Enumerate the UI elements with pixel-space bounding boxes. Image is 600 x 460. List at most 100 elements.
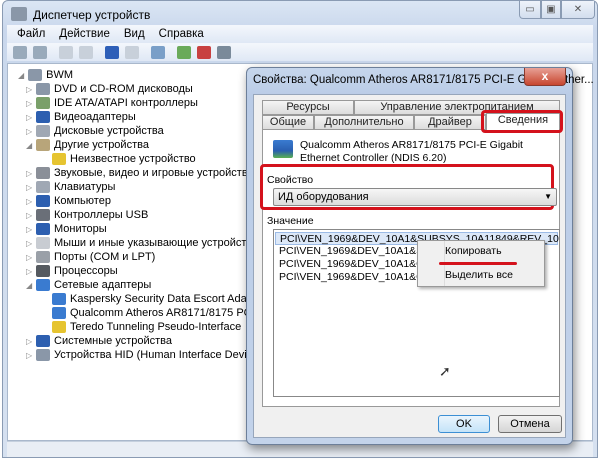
expand-arrow-icon[interactable]: ▷	[26, 183, 32, 192]
tree-root-label: BWM	[46, 69, 74, 81]
expand-arrow-icon[interactable]: ▷	[26, 197, 32, 206]
monitor-icon	[36, 223, 50, 235]
expand-arrow-icon[interactable]: ▷	[26, 169, 32, 178]
expand-arrow-icon[interactable]: ▷	[26, 127, 32, 136]
expand-arrow-icon[interactable]: ▷	[26, 225, 32, 234]
expand-arrow-icon[interactable]: ▷	[26, 239, 32, 248]
network-adapter-icon	[36, 279, 50, 291]
dropdown-arrow-icon: ▼	[544, 192, 552, 201]
disable-icon[interactable]	[217, 45, 231, 59]
warning-device-icon	[52, 321, 66, 333]
tree-item[interactable]: Teredo Tunneling Pseudo-Interface	[52, 320, 241, 334]
tree-item-label: Звуковые, видео и игровые устройства	[54, 167, 254, 179]
tree-item-label: Системные устройства	[54, 335, 173, 347]
computer-icon	[28, 69, 43, 81]
help-icon[interactable]	[105, 45, 119, 59]
tree-item-label: Компьютер	[54, 195, 111, 207]
close-button[interactable]: ✕	[561, 1, 595, 19]
collapse-arrow-icon[interactable]: ◢	[26, 281, 32, 290]
tree-item[interactable]: ▷ IDE ATA/ATAPI контроллеры	[26, 96, 198, 110]
tree-item-label: Порты (COM и LPT)	[54, 251, 156, 263]
copy-underline	[439, 262, 517, 265]
menu-file[interactable]: Файл	[17, 28, 45, 40]
tree-item[interactable]: ◢ Другие устройства	[26, 138, 149, 152]
tree-item[interactable]: Kaspersky Security Data Escort Adapter	[52, 292, 266, 306]
tree-item[interactable]: ▷ Видеоадаптеры	[26, 110, 136, 124]
property-label: Свойство	[267, 174, 314, 186]
tree-item[interactable]: ▷ Звуковые, видео и игровые устройства	[26, 166, 254, 180]
update-driver-icon[interactable]	[177, 45, 191, 59]
tree-root[interactable]: ◢ BWM	[18, 68, 73, 82]
tree-item-label: Kaspersky Security Data Escort Adapter	[70, 293, 266, 305]
scan-hardware-icon[interactable]	[151, 45, 165, 59]
tree-item[interactable]: ▷ Компьютер	[26, 194, 111, 208]
collapse-arrow-icon[interactable]: ◢	[26, 141, 32, 150]
menu-item-copy[interactable]: Копировать	[445, 245, 502, 257]
cancel-button[interactable]: Отмена	[498, 415, 562, 433]
hid-icon	[36, 349, 50, 361]
processor-icon	[36, 265, 50, 277]
expand-arrow-icon[interactable]: ▷	[26, 99, 32, 108]
tree-item[interactable]: ◢ Сетевые адаптеры	[26, 278, 152, 292]
tree-item[interactable]: ▷ Процессоры	[26, 264, 118, 278]
tab-highlight	[481, 110, 563, 133]
tab-general[interactable]: Общие	[262, 115, 314, 130]
mouse-icon	[36, 237, 50, 249]
value-label: Значение	[267, 215, 314, 227]
speaker-icon	[36, 167, 50, 179]
dvd-icon	[36, 83, 50, 95]
expand-arrow-icon[interactable]: ▷	[26, 337, 32, 346]
back-icon[interactable]	[13, 45, 27, 59]
property-select[interactable]: ИД оборудования ▼	[273, 188, 557, 206]
menu-help[interactable]: Справка	[159, 28, 204, 40]
action-pane-icon[interactable]	[125, 45, 139, 59]
tree-item-label: Клавиатуры	[54, 181, 116, 193]
expand-arrow-icon[interactable]: ▷	[26, 267, 32, 276]
menu-item-select-all[interactable]: Выделить все	[445, 269, 513, 281]
expand-arrow-icon[interactable]: ▷	[26, 85, 32, 94]
display-adapter-icon	[36, 111, 50, 123]
disk-drive-icon	[36, 125, 50, 137]
expand-arrow-icon[interactable]: ▷	[26, 113, 32, 122]
collapse-arrow-icon[interactable]: ◢	[18, 71, 24, 80]
ok-button[interactable]: OK	[438, 415, 490, 433]
tab-resources[interactable]: Ресурсы	[262, 100, 354, 115]
tab-advanced[interactable]: Дополнительно	[314, 115, 414, 130]
console-tree-icon[interactable]	[59, 45, 73, 59]
minimize-button[interactable]: ▭	[519, 1, 541, 19]
tree-item-label: Другие устройства	[54, 139, 149, 151]
tree-item[interactable]: Неизвестное устройство	[52, 152, 196, 166]
expand-arrow-icon[interactable]: ▷	[26, 211, 32, 220]
tree-item[interactable]: ▷ Мыши и иные указывающие устройства	[26, 236, 258, 250]
uninstall-icon[interactable]	[197, 45, 211, 59]
expand-arrow-icon[interactable]: ▷	[26, 253, 32, 262]
maximize-button[interactable]: ▣	[541, 1, 561, 19]
tree-item[interactable]: ▷ Мониторы	[26, 222, 107, 236]
menu-bar: Файл Действие Вид Справка	[7, 25, 593, 43]
tab-driver[interactable]: Драйвер	[414, 115, 486, 130]
tree-item-label: Устройства HID (Human Interface Devices)	[54, 349, 268, 361]
tree-item[interactable]: ▷ Клавиатуры	[26, 180, 116, 194]
expand-arrow-icon[interactable]: ▷	[26, 351, 32, 360]
menu-action[interactable]: Действие	[59, 28, 110, 40]
tree-item[interactable]: ▷ Системные устройства	[26, 334, 173, 348]
system-devices-icon	[36, 335, 50, 347]
tree-item[interactable]: ▷ Устройства HID (Human Interface Devices…	[26, 348, 268, 362]
toolbar	[7, 43, 593, 61]
property-select-value: ИД оборудования	[278, 191, 369, 203]
forward-icon[interactable]	[33, 45, 47, 59]
tree-item[interactable]: ▷ Порты (COM и LPT)	[26, 250, 156, 264]
dialog-close-button[interactable]: x	[524, 68, 566, 86]
computer-icon	[36, 195, 50, 207]
tree-item-label: DVD и CD-ROM дисководы	[54, 83, 193, 95]
tree-item[interactable]: ▷ Дисковые устройства	[26, 124, 164, 138]
tree-item-label: Сетевые адаптеры	[54, 279, 152, 291]
tree-item[interactable]: ▷ DVD и CD-ROM дисководы	[26, 82, 193, 96]
ide-controller-icon	[36, 97, 50, 109]
properties-icon[interactable]	[79, 45, 93, 59]
tree-item-label: Процессоры	[54, 265, 118, 277]
tree-item[interactable]: ▷ Контроллеры USB	[26, 208, 148, 222]
menu-view[interactable]: Вид	[124, 28, 145, 40]
context-menu: Копировать Выделить все	[417, 240, 545, 287]
tree-item-label: Дисковые устройства	[54, 125, 164, 137]
